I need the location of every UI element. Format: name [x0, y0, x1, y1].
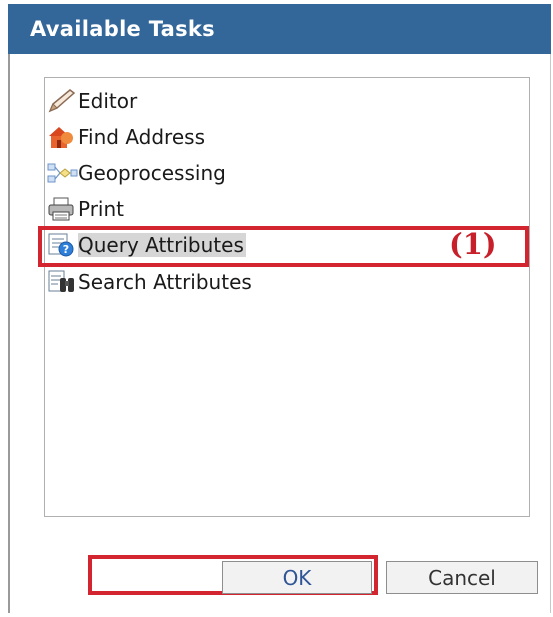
- dialog-titlebar: Available Tasks: [8, 4, 551, 54]
- address-house-icon: [46, 123, 78, 151]
- cancel-button[interactable]: Cancel: [386, 561, 538, 594]
- task-label: Geoprocessing: [78, 161, 226, 185]
- annotation-callout-label: (1): [449, 227, 497, 261]
- task-item-search-attributes[interactable]: Search Attributes: [46, 267, 252, 297]
- task-item-find-address[interactable]: Find Address: [46, 122, 205, 152]
- task-item-print[interactable]: Print: [46, 194, 124, 224]
- task-label: Search Attributes: [78, 270, 252, 294]
- task-item-editor[interactable]: Editor: [46, 86, 137, 116]
- pencil-icon: [46, 87, 78, 115]
- task-label: Editor: [78, 89, 138, 113]
- task-item-geoprocessing[interactable]: Geoprocessing: [46, 158, 226, 188]
- dialog-title: Available Tasks: [30, 17, 215, 41]
- geoprocessing-flow-icon: [46, 159, 78, 187]
- printer-icon: [46, 195, 78, 223]
- ok-button[interactable]: OK: [222, 561, 372, 594]
- task-label: Find Address: [78, 125, 205, 149]
- search-binoculars-icon: [46, 268, 78, 296]
- task-label: Print: [78, 197, 125, 221]
